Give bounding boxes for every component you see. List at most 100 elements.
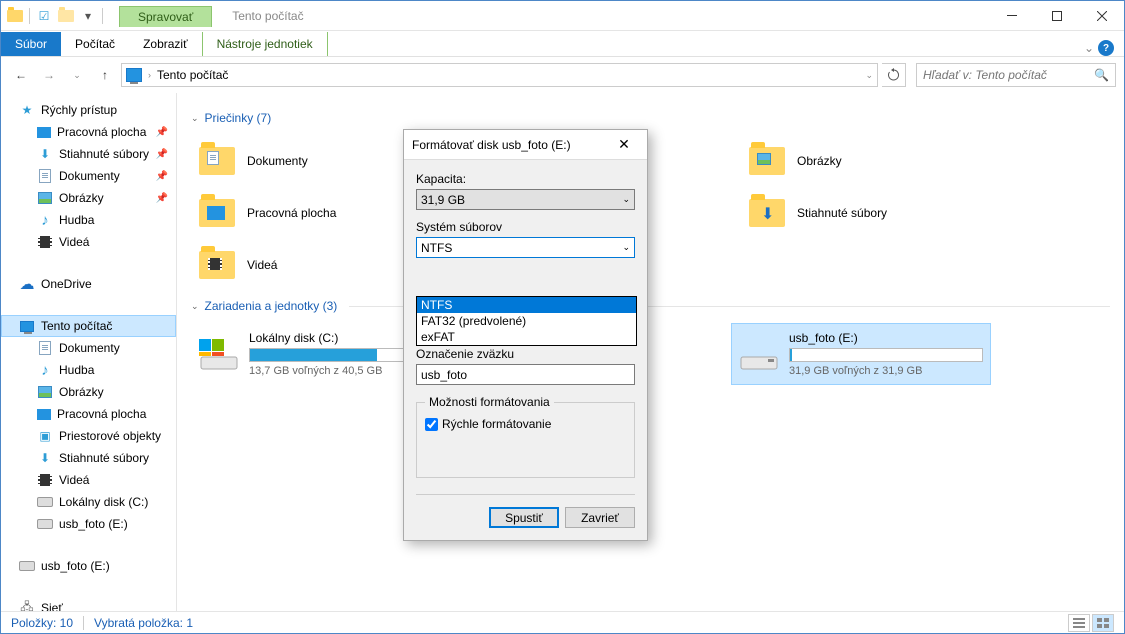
capacity-bar <box>789 348 983 362</box>
breadcrumb[interactable]: Tento počítač <box>157 68 228 82</box>
sidebar-pc-desktop[interactable]: Pracovná plocha <box>1 403 176 425</box>
folder-icon <box>747 141 787 181</box>
folder-pictures[interactable]: Obrázky <box>741 135 971 187</box>
filesystem-label: Systém súborov <box>416 220 635 234</box>
sidebar-quick-access[interactable]: ★Rýchly prístup <box>1 99 176 121</box>
help-icon[interactable]: ? <box>1098 40 1114 56</box>
sidebar-item-pictures[interactable]: Obrázky📌 <box>1 187 176 209</box>
properties-icon[interactable]: ☑ <box>36 8 52 24</box>
sidebar-item-videos[interactable]: Videá <box>1 231 176 253</box>
navigation-bar: ← → ⌄ ↑ › Tento počítač ⌄ 🔍 <box>1 57 1124 93</box>
group-devices[interactable]: ⌄Zariadenia a jednotky (3) <box>191 299 1110 313</box>
fs-option-fat32[interactable]: FAT32 (predvolené) <box>417 313 636 329</box>
sidebar-item-documents[interactable]: Dokumenty📌 <box>1 165 176 187</box>
new-folder-icon[interactable] <box>58 8 74 24</box>
close-button[interactable] <box>1079 1 1124 30</box>
sidebar-onedrive[interactable]: ☁OneDrive <box>1 273 176 295</box>
format-options-legend: Možnosti formátovania <box>425 395 554 409</box>
sidebar-pc-3dobjects[interactable]: ▣Priestorové objekty <box>1 425 176 447</box>
tab-computer[interactable]: Počítač <box>61 32 129 56</box>
folder-downloads[interactable]: ⬇Stiahnuté súbory <box>741 187 971 239</box>
content-pane: ⌄Priečinky (7) Dokumenty Obrázky Pracovn… <box>177 93 1124 611</box>
sidebar-pc-music[interactable]: ♪Hudba <box>1 359 176 381</box>
sidebar-pc-videos[interactable]: Videá <box>1 469 176 491</box>
sidebar-item-desktop[interactable]: Pracovná plocha📌 <box>1 121 176 143</box>
recent-dropdown[interactable]: ⌄ <box>65 63 89 87</box>
file-tab[interactable]: Súbor <box>1 32 61 56</box>
start-button[interactable]: Spustiť <box>489 507 559 528</box>
group-folders[interactable]: ⌄Priečinky (7) <box>191 111 1110 125</box>
ribbon-tabs: Súbor Počítač Zobraziť Nástroje jednotie… <box>1 31 1124 57</box>
format-options-group: Možnosti formátovania Rýchle formátovani… <box>416 395 635 478</box>
doc-icon <box>37 340 53 356</box>
usb-icon <box>37 516 53 532</box>
sidebar-pc-usb[interactable]: usb_foto (E:) <box>1 513 176 535</box>
minimize-button[interactable] <box>989 1 1034 30</box>
back-button[interactable]: ← <box>9 63 33 87</box>
address-bar[interactable]: › Tento počítač ⌄ <box>121 63 878 87</box>
sidebar-this-pc[interactable]: Tento počítač <box>1 315 176 337</box>
pc-icon <box>126 68 142 82</box>
sidebar-item-music[interactable]: ♪Hudba <box>1 209 176 231</box>
quick-format-input[interactable] <box>425 418 438 431</box>
up-button[interactable]: ↑ <box>93 63 117 87</box>
sidebar-pc-pictures[interactable]: Obrázky <box>1 381 176 403</box>
sidebar-item-downloads[interactable]: ⬇Stiahnuté súbory📌 <box>1 143 176 165</box>
sidebar-pc-local-disk[interactable]: Lokálny disk (C:) <box>1 491 176 513</box>
volume-label-input[interactable] <box>416 364 635 385</box>
refresh-button[interactable] <box>882 63 906 87</box>
download-icon: ⬇ <box>37 146 53 162</box>
desktop-icon <box>37 409 51 420</box>
search-box[interactable]: 🔍 <box>916 63 1116 87</box>
ribbon-expand-icon[interactable]: ⌄ <box>1084 41 1094 55</box>
3d-icon: ▣ <box>37 428 53 444</box>
network-icon: 🖧 <box>19 600 35 611</box>
search-input[interactable] <box>923 68 1094 82</box>
folder-icon <box>197 245 237 285</box>
explorer-icon <box>7 8 23 24</box>
drives-row: Lokálny disk (C:) 13,7 GB voľných z 40,5… <box>191 323 1110 385</box>
usb-drive-icon <box>739 331 779 371</box>
video-icon <box>37 472 53 488</box>
breadcrumb-sep: › <box>148 70 151 80</box>
sidebar-pc-documents[interactable]: Dokumenty <box>1 337 176 359</box>
capacity-select[interactable]: 31,9 GB⌄ <box>416 189 635 210</box>
qat-sep2 <box>102 8 103 24</box>
pin-icon: 📌 <box>156 193 168 204</box>
view-large-icons-button[interactable] <box>1092 614 1114 632</box>
dialog-close-button[interactable]: ✕ <box>609 135 639 155</box>
address-dropdown-icon[interactable]: ⌄ <box>865 70 873 81</box>
close-dialog-button[interactable]: Zavrieť <box>565 507 635 528</box>
filesystem-select[interactable]: NTFS⌄ <box>416 237 635 258</box>
fs-option-ntfs[interactable]: NTFS <box>417 297 636 313</box>
sidebar-network[interactable]: 🖧Sieť <box>1 597 176 611</box>
pin-icon: 📌 <box>156 127 168 138</box>
drive-free: 31,9 GB voľných z 31,9 GB <box>789 365 983 377</box>
fs-option-exfat[interactable]: exFAT <box>417 329 636 345</box>
drive-usb-e[interactable]: usb_foto (E:) 31,9 GB voľných z 31,9 GB <box>731 323 991 385</box>
sidebar-usb-node[interactable]: usb_foto (E:) <box>1 555 176 577</box>
view-details-button[interactable] <box>1068 614 1090 632</box>
folder-videos[interactable]: Videá <box>191 239 421 291</box>
chevron-down-icon: ⌄ <box>191 301 199 312</box>
folder-icon <box>197 193 237 233</box>
maximize-button[interactable] <box>1034 1 1079 30</box>
dialog-title-bar[interactable]: Formátovať disk usb_foto (E:) ✕ <box>404 130 647 160</box>
folder-desktop[interactable]: Pracovná plocha <box>191 187 421 239</box>
tab-view[interactable]: Zobraziť <box>129 32 202 56</box>
qat-dropdown-icon[interactable]: ▾ <box>80 8 96 24</box>
chevron-down-icon: ⌄ <box>622 242 630 253</box>
format-dialog: Formátovať disk usb_foto (E:) ✕ Kapacita… <box>403 129 648 541</box>
sidebar-pc-downloads[interactable]: ⬇Stiahnuté súbory <box>1 447 176 469</box>
quick-format-checkbox[interactable]: Rýchle formátovanie <box>425 417 626 431</box>
pc-icon <box>19 318 35 334</box>
dialog-title: Formátovať disk usb_foto (E:) <box>412 138 571 152</box>
forward-button[interactable]: → <box>37 63 61 87</box>
search-icon[interactable]: 🔍 <box>1094 68 1109 82</box>
doc-icon <box>37 168 53 184</box>
tab-drive-tools[interactable]: Nástroje jednotiek <box>202 32 328 56</box>
folder-documents[interactable]: Dokumenty <box>191 135 421 187</box>
chevron-down-icon: ⌄ <box>622 194 630 205</box>
window-title: Tento počítač <box>232 9 303 23</box>
desktop-icon <box>37 127 51 138</box>
